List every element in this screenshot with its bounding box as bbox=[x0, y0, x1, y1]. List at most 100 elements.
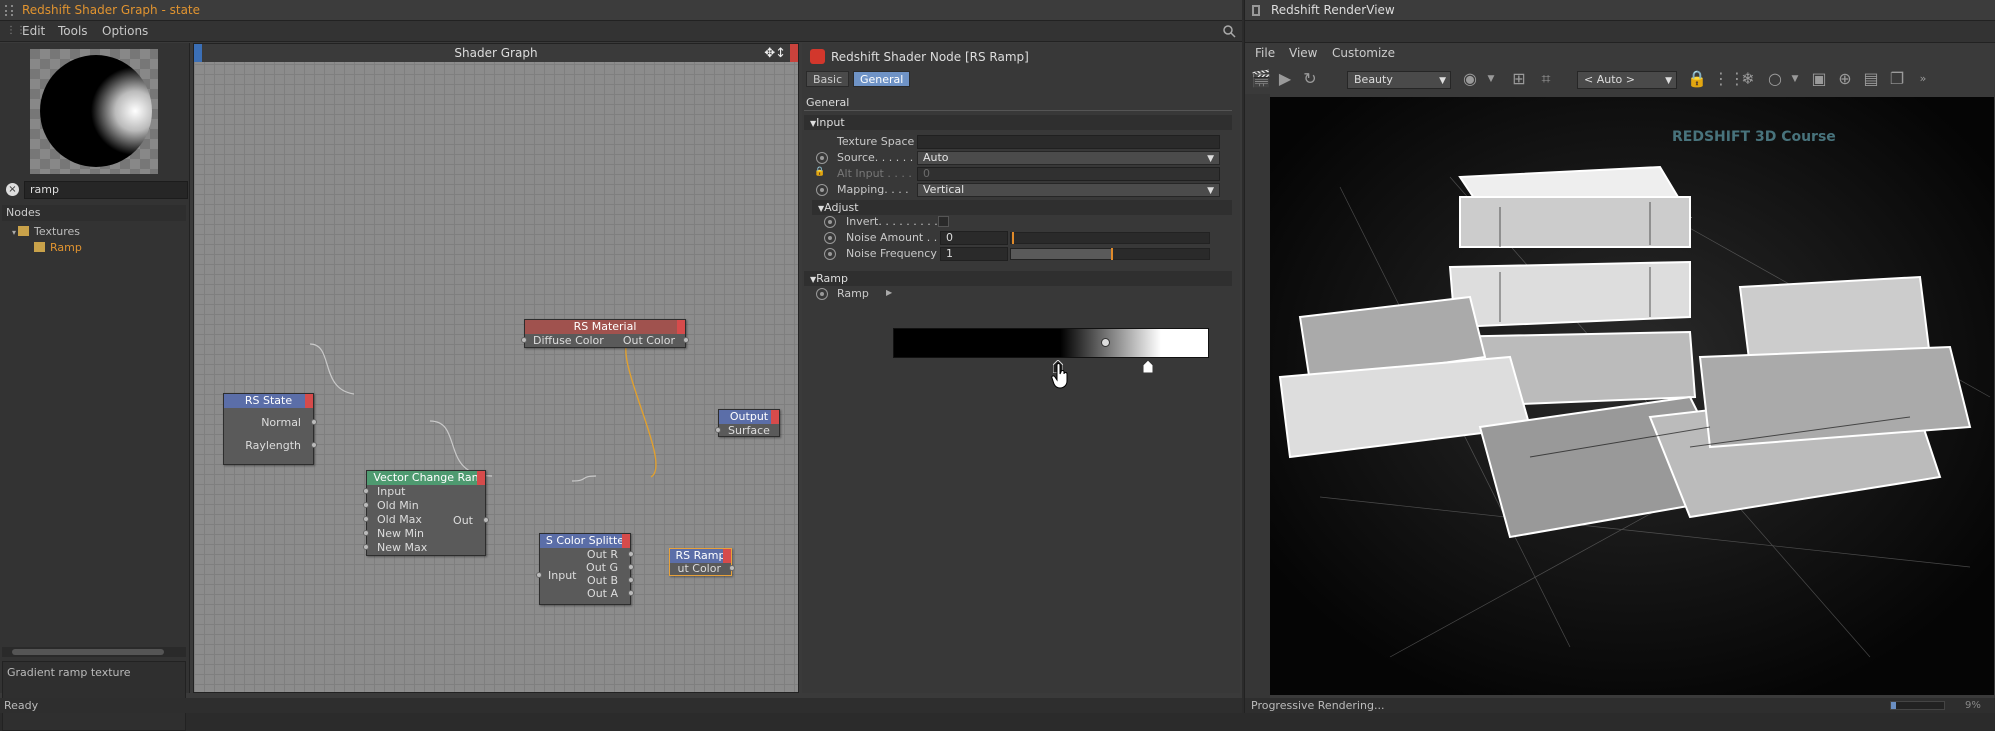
texture-space-field[interactable] bbox=[917, 135, 1220, 149]
window-grip-icon[interactable] bbox=[5, 5, 13, 16]
output-port[interactable] bbox=[628, 551, 634, 557]
keyframe-toggle-icon[interactable] bbox=[816, 288, 828, 300]
more-icon[interactable]: » bbox=[1913, 69, 1933, 89]
render-view-left-gutter bbox=[1245, 94, 1270, 698]
noise-frequency-slider[interactable] bbox=[1010, 248, 1210, 260]
filter-input[interactable]: ramp bbox=[24, 181, 188, 199]
crop-icon[interactable]: ⌗ bbox=[1536, 69, 1556, 89]
alt-input-label: Alt Input . . . . bbox=[837, 167, 912, 180]
section-ramp[interactable]: ▼Ramp bbox=[804, 271, 1232, 286]
copy-icon[interactable]: ❐ bbox=[1887, 69, 1907, 89]
input-port[interactable] bbox=[363, 488, 369, 494]
node-vector-change-range[interactable]: Vector Change Ran Input Old Min Old Max … bbox=[363, 470, 489, 556]
keyframe-toggle-icon[interactable] bbox=[824, 216, 836, 228]
ramp-midpoint-handle[interactable] bbox=[1101, 338, 1110, 347]
output-port[interactable] bbox=[483, 517, 489, 523]
region-icon[interactable]: ⊞ bbox=[1509, 69, 1529, 89]
input-port[interactable] bbox=[363, 516, 369, 522]
node-output[interactable]: Output Surface bbox=[715, 409, 780, 437]
clear-filter-icon[interactable]: × bbox=[6, 183, 19, 196]
noise-frequency-field[interactable]: 1 bbox=[940, 247, 1008, 261]
circle-dropdown-arrow-icon[interactable]: ▼ bbox=[1785, 69, 1805, 89]
play-icon[interactable]: ▶ bbox=[1275, 69, 1295, 89]
expand-arrow-icon[interactable]: ▶ bbox=[886, 288, 892, 297]
window-title-bar[interactable]: Redshift RenderView bbox=[1245, 0, 1995, 21]
tab-general[interactable]: General bbox=[853, 71, 911, 87]
horizontal-scrollbar[interactable] bbox=[2, 647, 186, 657]
node-browser-panel: × ramp Nodes ▾ Textures Ramp Gradient ram… bbox=[0, 43, 190, 731]
hand-cursor-icon bbox=[1051, 363, 1068, 389]
keyframe-toggle-icon[interactable] bbox=[816, 152, 828, 164]
output-port[interactable] bbox=[311, 442, 317, 448]
input-port[interactable] bbox=[536, 572, 542, 578]
noise-amount-field[interactable]: 0 bbox=[940, 231, 1008, 245]
port-label: Out G bbox=[586, 561, 618, 574]
input-port[interactable] bbox=[363, 544, 369, 550]
render-canvas[interactable]: REDSHIFT 3D Course bbox=[1270, 97, 1994, 695]
output-port[interactable] bbox=[729, 565, 735, 571]
texture-icon bbox=[34, 242, 45, 252]
keyframe-toggle-icon[interactable] bbox=[824, 248, 836, 260]
input-port[interactable] bbox=[363, 502, 369, 508]
shader-graph-canvas[interactable]: Shader Graph ✥↕ RS Material Diffuse Colo… bbox=[193, 43, 799, 693]
lock-icon[interactable]: 🔒 bbox=[1687, 69, 1707, 89]
circle-icon[interactable]: ○ bbox=[1765, 69, 1785, 89]
grid-icon[interactable]: ⋮⋮ bbox=[1713, 69, 1745, 89]
node-rs-state[interactable]: RS State Normal Raylength bbox=[223, 393, 317, 465]
render-progress-fill bbox=[1891, 702, 1896, 709]
image-icon[interactable]: ▣ bbox=[1809, 69, 1829, 89]
camera-dropdown[interactable]: < Auto > ▼ bbox=[1577, 71, 1677, 89]
window-grip-icon[interactable] bbox=[1252, 5, 1260, 16]
ramp-gradient[interactable] bbox=[893, 328, 1209, 358]
keyframe-toggle-icon[interactable] bbox=[816, 184, 828, 196]
tree-item-ramp[interactable]: Ramp bbox=[34, 240, 82, 256]
rgb-dropdown-arrow-icon[interactable]: ▼ bbox=[1481, 69, 1501, 89]
section-adjust[interactable]: ▼Adjust bbox=[812, 200, 1232, 215]
slider-marker bbox=[1111, 248, 1113, 260]
section-input[interactable]: ▼Input bbox=[804, 115, 1232, 130]
tree-item-textures[interactable]: ▾ Textures bbox=[12, 224, 80, 240]
tab-basic[interactable]: Basic bbox=[806, 71, 850, 87]
invert-checkbox[interactable] bbox=[938, 216, 949, 227]
noise-amount-slider[interactable] bbox=[1010, 232, 1210, 244]
add-snapshot-icon[interactable]: ⊕ bbox=[1835, 69, 1855, 89]
refresh-icon[interactable]: ↻ bbox=[1300, 69, 1320, 89]
menu-file[interactable]: File bbox=[1255, 46, 1275, 60]
search-icon[interactable] bbox=[1222, 24, 1236, 38]
output-port[interactable] bbox=[628, 590, 634, 596]
snowflake-icon[interactable]: ❄ bbox=[1738, 69, 1758, 89]
node-description: Gradient ramp texture bbox=[2, 661, 186, 731]
collapse-arrow-icon[interactable]: ▾ bbox=[12, 228, 16, 237]
menu-customize[interactable]: Customize bbox=[1332, 46, 1395, 60]
menu-edit[interactable]: Edit bbox=[22, 24, 45, 38]
menu-tools[interactable]: Tools bbox=[58, 24, 88, 38]
output-port[interactable] bbox=[683, 337, 689, 343]
input-port[interactable] bbox=[363, 530, 369, 536]
input-port[interactable] bbox=[521, 337, 527, 343]
source-dropdown[interactable]: Auto ▼ bbox=[917, 151, 1220, 165]
window-title-bar[interactable]: Redshift Shader Graph - state bbox=[0, 0, 1242, 21]
mapping-dropdown[interactable]: Vertical ▼ bbox=[917, 183, 1220, 197]
node-header: Output bbox=[719, 410, 779, 424]
output-port[interactable] bbox=[628, 577, 634, 583]
aov-dropdown[interactable]: Beauty ▼ bbox=[1347, 71, 1451, 89]
menu-options[interactable]: Options bbox=[102, 24, 148, 38]
node-title: RS Ramp bbox=[675, 549, 726, 562]
ramp-knot-white[interactable] bbox=[1143, 360, 1153, 373]
rgb-icon[interactable]: ◉ bbox=[1460, 69, 1480, 89]
output-port[interactable] bbox=[311, 419, 317, 425]
histogram-icon[interactable]: ▤ bbox=[1861, 69, 1881, 89]
keyframe-toggle-icon[interactable] bbox=[824, 232, 836, 244]
node-color-splitter[interactable]: S Color Splitte Input Out R Out G Out B … bbox=[536, 533, 634, 605]
menu-view[interactable]: View bbox=[1289, 46, 1317, 60]
scrollbar-thumb[interactable] bbox=[12, 649, 164, 655]
port-label: New Min bbox=[377, 527, 425, 540]
input-port[interactable] bbox=[715, 427, 721, 433]
node-rs-ramp[interactable]: RS Ramp ut Color bbox=[669, 548, 735, 576]
output-port[interactable] bbox=[628, 564, 634, 570]
node-rs-material[interactable]: RS Material Diffuse Color Out Color bbox=[521, 319, 689, 348]
render-status-text: Progressive Rendering... bbox=[1251, 699, 1385, 712]
node-header: Vector Change Ran bbox=[367, 471, 485, 485]
shader-graph-window: Redshift Shader Graph - state ⋮⋮ Edit To… bbox=[0, 0, 1242, 731]
clapper-icon[interactable]: 🎬 bbox=[1251, 69, 1271, 89]
